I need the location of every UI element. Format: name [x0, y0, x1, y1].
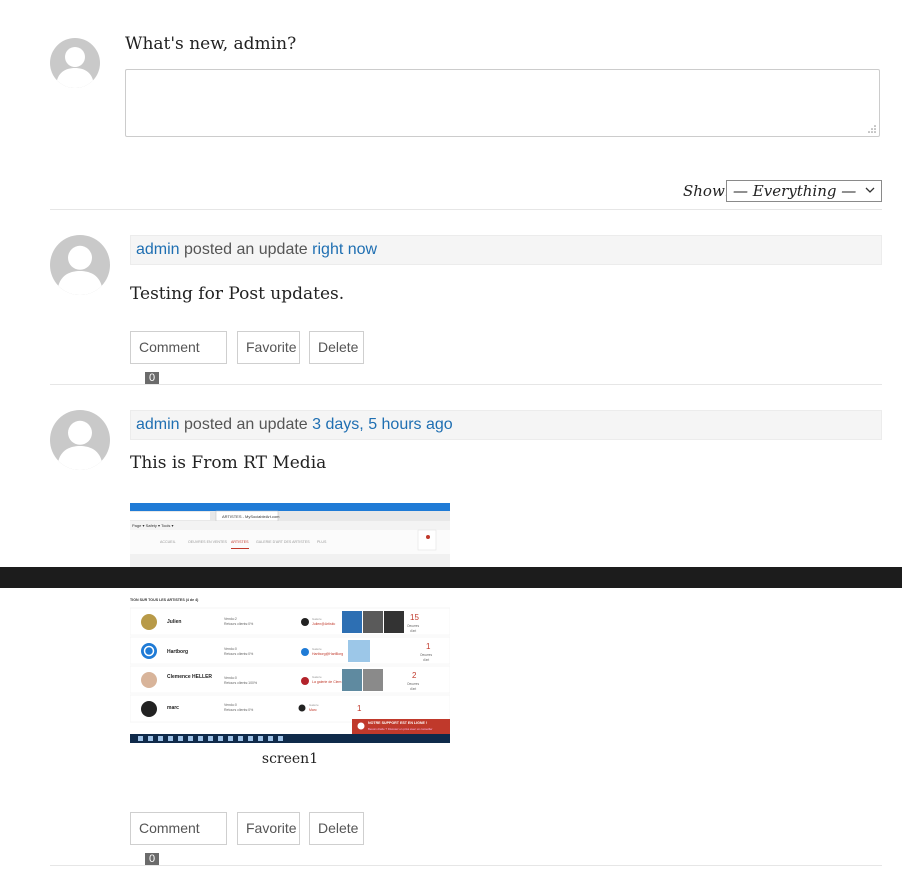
screenshot-nav-item: ARTISTES: [231, 540, 249, 544]
svg-text:Vendu:0: Vendu:0: [224, 703, 237, 707]
svg-text:1: 1: [426, 642, 431, 651]
svg-text:2: 2: [412, 671, 417, 680]
svg-text:Retours clients:100%: Retours clients:100%: [224, 681, 257, 685]
activity-time-link[interactable]: right now: [312, 241, 377, 258]
comment-label: Comment: [139, 820, 200, 836]
svg-text:d'art: d'art: [410, 687, 416, 691]
user-silhouette-icon: [56, 47, 94, 88]
whats-new-textarea[interactable]: [125, 69, 880, 137]
svg-text:Hartborg: Hartborg: [167, 649, 188, 655]
filter-selected-value: — Everything —: [733, 182, 857, 200]
favorite-button[interactable]: Favorite: [237, 331, 300, 364]
comment-button[interactable]: Comment 0: [130, 812, 227, 866]
svg-text:Galerie: Galerie: [312, 617, 322, 621]
screenshot-support-text: Besoin d'aide ? Discutez en privé avec u…: [368, 727, 433, 731]
svg-text:Hartborg@HartBorg: Hartborg@HartBorg: [312, 652, 343, 656]
svg-text:Oeuvres: Oeuvres: [407, 682, 419, 686]
activity-filter-select[interactable]: — Everything —: [726, 180, 882, 202]
delete-button[interactable]: Delete: [309, 812, 364, 845]
activity-time-link[interactable]: 3 days, 5 hours ago: [312, 416, 453, 433]
resize-grip-icon[interactable]: [868, 125, 876, 133]
screenshot-nav-item: GALERIE D'ART DES ARTISTES: [256, 540, 310, 544]
comment-button[interactable]: Comment 0: [130, 331, 227, 385]
user-silhouette-icon: [57, 245, 103, 295]
svg-text:Galerie: Galerie: [312, 675, 322, 679]
svg-text:Retours clients:0%: Retours clients:0%: [224, 652, 253, 656]
media-thumbnail[interactable]: ARTISTES - MySociableArt.com Page ▾ Safe…: [130, 503, 450, 743]
screenshot-nav-item: ACCUEIL: [160, 540, 176, 544]
activity-user-link[interactable]: admin: [136, 416, 180, 433]
svg-text:Vendu:0: Vendu:0: [224, 676, 237, 680]
svg-text:Julien@Artistic: Julien@Artistic: [312, 622, 335, 626]
activity-header: admin posted an update right now: [130, 235, 882, 265]
svg-text:marc: marc: [167, 705, 179, 711]
svg-text:Vendu:0: Vendu:0: [224, 647, 237, 651]
activity-user-link[interactable]: admin: [136, 241, 180, 258]
svg-text:Galerie: Galerie: [312, 647, 322, 651]
screenshot-support-title: NOTRE SUPPORT EST EN LIGNE !: [368, 721, 427, 725]
screenshot-artist-row: Julien Vendu:2 Retours clients:0% Galeri…: [130, 607, 450, 636]
divider: [50, 384, 882, 385]
filter-label: Show:: [683, 182, 730, 200]
comment-count-badge: 0: [145, 852, 160, 866]
overlay-bar: [0, 567, 902, 588]
svg-text:1: 1: [357, 704, 362, 713]
activity-action-text: posted an update: [184, 241, 308, 258]
activity-avatar[interactable]: [50, 235, 110, 295]
activity-content: Testing for Post updates.: [130, 284, 345, 304]
screenshot-artist-row: Hartborg Vendu:0 Retours clients:0% Gale…: [130, 636, 450, 665]
svg-text:Retours clients:0%: Retours clients:0%: [224, 622, 253, 626]
activity-action-text: posted an update: [184, 416, 308, 433]
comment-label: Comment: [139, 339, 200, 355]
user-silhouette-icon: [57, 420, 103, 470]
chevron-down-icon: [865, 187, 875, 193]
svg-text:La galerie de Clem: La galerie de Clem: [312, 680, 341, 684]
activity-avatar[interactable]: [50, 410, 110, 470]
svg-text:Page ▾ Safety ▾ Tools ▾: Page ▾ Safety ▾ Tools ▾: [132, 523, 174, 528]
svg-text:Galerie: Galerie: [309, 703, 319, 707]
user-avatar[interactable]: [50, 38, 100, 88]
screenshot-tab-title: ARTISTES - MySociableArt.com: [222, 514, 280, 519]
screenshot-nav-item: OEUVRES EN VENTES: [188, 540, 228, 544]
svg-text:Vendu:2: Vendu:2: [224, 617, 237, 621]
screenshot-heading: TION SUR TOUS LES ARTISTES (4 de 4): [130, 598, 199, 602]
whats-new-prompt: What's new, admin?: [125, 34, 297, 54]
svg-text:Oeuvres: Oeuvres: [420, 653, 432, 657]
comment-count-badge: 0: [145, 371, 160, 385]
activity-header: admin posted an update 3 days, 5 hours a…: [130, 410, 882, 440]
delete-button[interactable]: Delete: [309, 331, 364, 364]
svg-text:Marc: Marc: [309, 708, 317, 712]
svg-text:Clemence HELLER: Clemence HELLER: [167, 674, 212, 680]
media-caption: screen1: [261, 751, 319, 767]
svg-text:Retours clients:0%: Retours clients:0%: [224, 708, 253, 712]
divider: [50, 209, 882, 210]
divider: [50, 865, 882, 866]
media-screenshot-image: ARTISTES - MySociableArt.com Page ▾ Safe…: [130, 503, 450, 743]
favorite-button[interactable]: Favorite: [237, 812, 300, 845]
screenshot-nav-item: PLUS: [317, 540, 327, 544]
svg-text:Julien: Julien: [167, 619, 181, 625]
svg-text:d'art: d'art: [410, 629, 416, 633]
svg-text:Oeuvres: Oeuvres: [407, 624, 419, 628]
screenshot-artist-row: Clemence HELLER Vendu:0 Retours clients:…: [130, 665, 450, 694]
svg-text:d'art: d'art: [423, 658, 429, 662]
screenshot-artist-row: marc Vendu:0 Retours clients:0% Galerie …: [130, 694, 450, 723]
activity-content: This is From RT Media: [130, 453, 327, 473]
svg-text:15: 15: [410, 613, 419, 622]
